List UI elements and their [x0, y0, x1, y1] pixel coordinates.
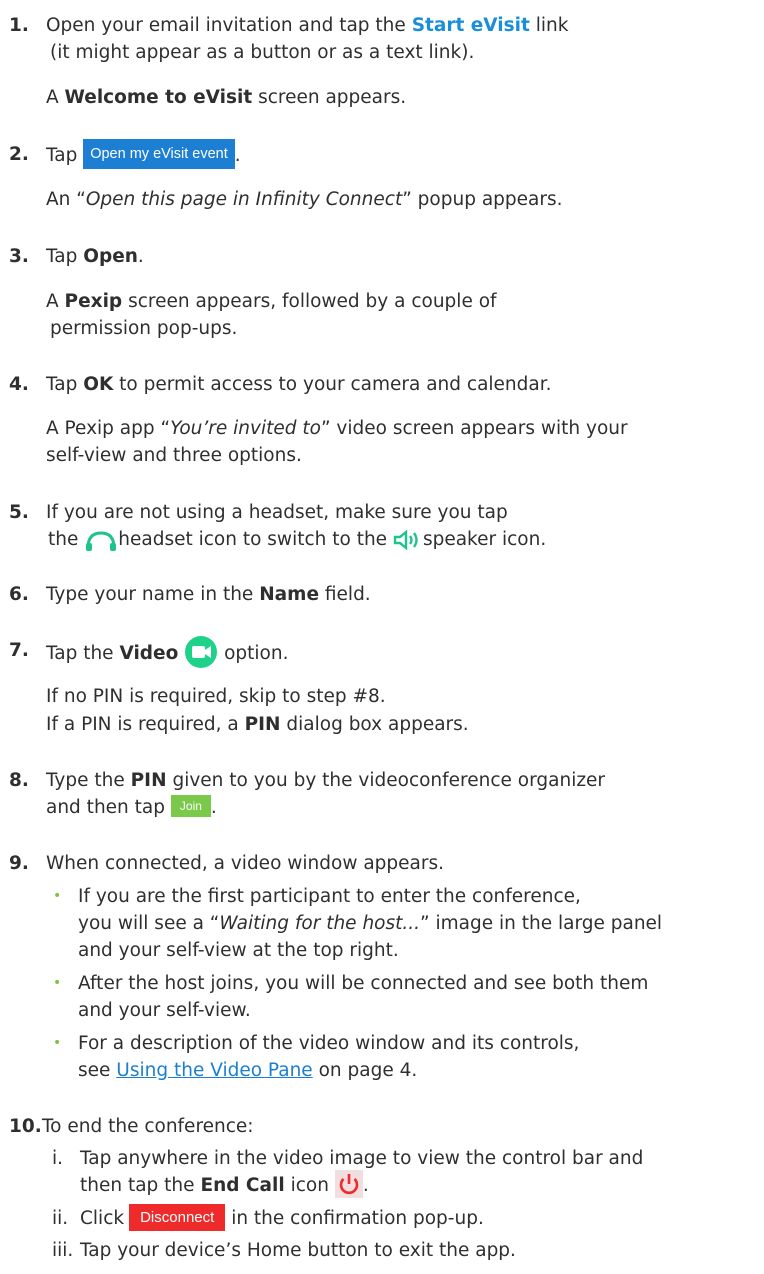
- power-icon[interactable]: [334, 1170, 363, 1198]
- headset-icon[interactable]: [84, 528, 118, 552]
- roman-numeral: ii.: [52, 1208, 69, 1229]
- video-camera-icon[interactable]: [184, 635, 218, 669]
- step-number: 9.: [9, 853, 29, 874]
- instructions-page: 1. Open your email invitation and tap th…: [0, 0, 764, 1274]
- open-my-evisit-event-button[interactable]: Open my eVisit event: [83, 139, 235, 169]
- join-button[interactable]: Join: [170, 795, 211, 817]
- roman-numeral: i.: [52, 1148, 64, 1169]
- step-number: 4.: [9, 374, 29, 395]
- speaker-icon[interactable]: [393, 529, 423, 551]
- step-number: 3.: [9, 246, 29, 267]
- step-number: 8.: [9, 770, 29, 791]
- step-text: Open your email invitation and tap the: [46, 15, 406, 36]
- step-number: 6.: [9, 584, 29, 605]
- step-number: 7.: [9, 640, 29, 661]
- step-number: 2.: [9, 144, 29, 165]
- step-number: 10.: [9, 1116, 42, 1137]
- roman-numeral: iii.: [52, 1240, 74, 1261]
- using-the-video-pane-link[interactable]: Using the Video Pane: [116, 1060, 312, 1081]
- bullet-dot: •: [53, 888, 62, 904]
- start-evisit-link-label: Start eVisit: [411, 15, 530, 36]
- disconnect-button[interactable]: Disconnect: [129, 1203, 226, 1231]
- bullet-dot: •: [53, 1035, 62, 1051]
- step-text: (it might appear as a button or as a tex…: [50, 42, 475, 63]
- bullet-dot: •: [53, 975, 62, 991]
- step-number: 5.: [9, 502, 29, 523]
- step-number: 1.: [9, 15, 29, 36]
